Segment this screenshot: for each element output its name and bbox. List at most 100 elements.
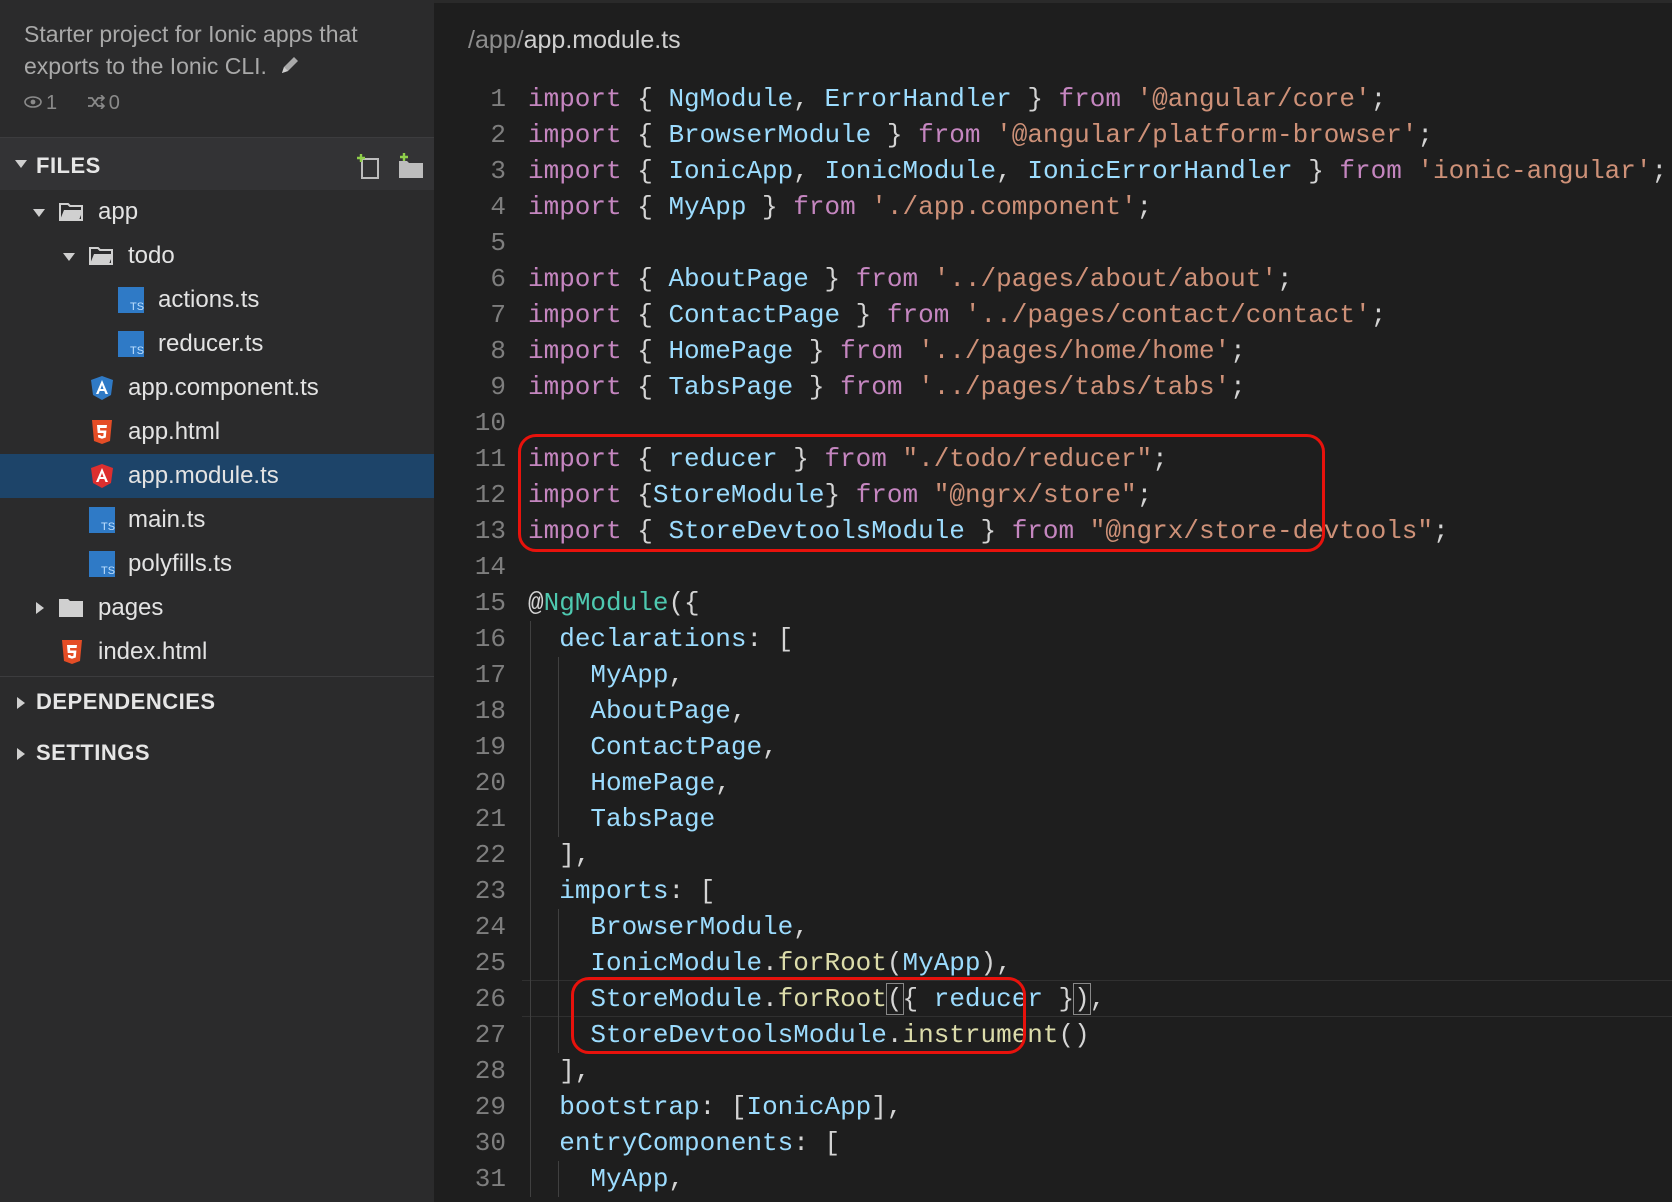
html5-file-icon xyxy=(62,640,82,664)
indent-guide xyxy=(558,909,559,1053)
new-folder-icon[interactable] xyxy=(396,152,426,180)
chevron-right-icon xyxy=(17,748,25,760)
tree-item-app-module-ts[interactable]: app.module.ts xyxy=(0,454,434,498)
tree-item-label: index.html xyxy=(98,638,208,665)
line-number: 14 xyxy=(474,552,506,582)
code-text: bootstrap: [IonicApp], xyxy=(559,1092,903,1122)
svg-text:TS: TS xyxy=(101,565,115,577)
chevron-right-icon xyxy=(17,697,25,709)
line-number: 24 xyxy=(474,912,506,942)
code-line: 29 bootstrap: [IonicApp], xyxy=(434,1089,1672,1125)
tree-item-label: app.component.ts xyxy=(128,374,319,401)
code-line: 20 HomePage, xyxy=(434,765,1672,801)
svg-text:TS: TS xyxy=(130,301,144,313)
line-number: 4 xyxy=(490,192,506,222)
line-number: 18 xyxy=(474,696,506,726)
chevron-down-icon[interactable] xyxy=(33,209,45,217)
folder-open-icon xyxy=(89,247,113,265)
chevron-down-icon[interactable] xyxy=(63,253,75,261)
line-number: 17 xyxy=(474,660,506,690)
tree-item-app[interactable]: app xyxy=(0,190,434,234)
code-line: 9 import { TabsPage } from '../pages/tab… xyxy=(434,369,1672,405)
code-line: 28 ], xyxy=(434,1053,1672,1089)
code-line: 25 IonicModule.forRoot(MyApp), xyxy=(434,945,1672,981)
line-number: 23 xyxy=(474,876,506,906)
line-number: 28 xyxy=(474,1056,506,1086)
code-text: imports: [ xyxy=(559,876,716,906)
chevron-down-icon xyxy=(15,160,27,168)
line-number: 16 xyxy=(474,624,506,654)
line-number: 3 xyxy=(490,156,506,186)
tree-item-label: polyfills.ts xyxy=(128,550,233,577)
tree-item-polyfills-ts[interactable]: TS polyfills.ts xyxy=(0,542,434,586)
code-line: 10 xyxy=(434,405,1672,441)
code-line: 27 StoreDevtoolsModule.instrument() xyxy=(434,1017,1672,1053)
tree-item-label: reducer.ts xyxy=(158,330,264,357)
code-line: 2 import { BrowserModule } from '@angula… xyxy=(434,117,1672,153)
code-text: MyApp, xyxy=(590,660,685,690)
chevron-right-icon[interactable] xyxy=(36,602,44,614)
tree-item-pages[interactable]: pages xyxy=(0,586,434,630)
angular-file-icon xyxy=(91,464,113,488)
tree-item-label: app.html xyxy=(128,418,221,445)
line-number: 19 xyxy=(474,732,506,762)
code-text: import { StoreDevtoolsModule } from "@ng… xyxy=(528,516,1449,546)
code-text: import { MyApp } from './app.component'; xyxy=(528,192,1153,222)
code-text: import { AboutPage } from '../pages/abou… xyxy=(528,264,1293,294)
svg-text:TS: TS xyxy=(101,521,115,533)
tree-item-main-ts[interactable]: TS main.ts xyxy=(0,498,434,542)
code-text: ], xyxy=(528,840,591,870)
line-number: 20 xyxy=(474,768,506,798)
code-line: 1 import { NgModule, ErrorHandler } from… xyxy=(434,81,1672,117)
code-text: import { NgModule, ErrorHandler } from '… xyxy=(528,84,1387,114)
settings-section-header[interactable]: SETTINGS xyxy=(0,728,434,778)
line-number: 21 xyxy=(474,804,506,834)
code-text: ContactPage, xyxy=(590,732,778,762)
code-line: 12 import {StoreModule} from "@ngrx/stor… xyxy=(434,477,1672,513)
code-text: IonicModule.forRoot(MyApp), xyxy=(590,948,1012,978)
code-line: 18 AboutPage, xyxy=(434,693,1672,729)
code-text: entryComponents: [ xyxy=(559,1128,841,1158)
dependencies-section-header[interactable]: DEPENDENCIES xyxy=(0,676,434,726)
files-section-header[interactable]: FILES xyxy=(0,137,434,190)
code-line: 5 xyxy=(434,225,1672,261)
line-number: 31 xyxy=(474,1164,506,1194)
tree-item-label: pages xyxy=(98,594,164,621)
new-file-icon[interactable] xyxy=(354,152,384,180)
code-text: AboutPage, xyxy=(590,696,747,726)
code-line: 6 import { AboutPage } from '../pages/ab… xyxy=(434,261,1672,297)
views-count: 1 xyxy=(46,92,58,114)
tree-item-reducer-ts[interactable]: TS reducer.ts xyxy=(0,322,434,366)
tree-item-todo[interactable]: todo xyxy=(0,234,434,278)
code-line: 7 import { ContactPage } from '../pages/… xyxy=(434,297,1672,333)
line-number: 2 xyxy=(490,120,506,150)
code-text: StoreModule.forRoot({ reducer }), xyxy=(590,983,1106,1015)
tree-item-actions-ts[interactable]: TS actions.ts xyxy=(0,278,434,322)
typescript-file-icon: TS xyxy=(89,507,115,533)
line-number: 13 xyxy=(474,516,506,546)
typescript-file-icon: TS xyxy=(118,331,144,357)
tree-item-label: app xyxy=(98,198,139,225)
code-line: 21 TabsPage xyxy=(434,801,1672,837)
folder-icon xyxy=(59,599,83,617)
code-line: 3 import { IonicApp, IonicModule, IonicE… xyxy=(434,153,1672,189)
code-line: 14 xyxy=(434,549,1672,585)
settings-section-title: SETTINGS xyxy=(36,740,151,765)
code-line: 4 import { MyApp } from './app.component… xyxy=(434,189,1672,225)
line-number: 22 xyxy=(474,840,506,870)
tree-item-label: actions.ts xyxy=(158,286,260,313)
line-number: 8 xyxy=(490,336,506,366)
pencil-icon[interactable] xyxy=(279,54,301,76)
line-number: 6 xyxy=(490,264,506,294)
tree-item-app-component-ts[interactable]: app.component.ts xyxy=(0,366,434,410)
sidebar: Starter project for Ionic apps that expo… xyxy=(0,0,434,1202)
tree-item-app-html[interactable]: app.html xyxy=(0,410,434,454)
forks-count: 0 xyxy=(108,92,120,114)
code-editor[interactable]: /app/app.module.ts 1 import { NgModule, … xyxy=(434,0,1672,1202)
code-text: TabsPage xyxy=(590,804,716,834)
line-number: 11 xyxy=(474,444,506,474)
tree-item-index-html[interactable]: index.html xyxy=(0,630,434,674)
indent-guide xyxy=(530,621,531,1197)
line-number: 25 xyxy=(474,948,506,978)
code-text: import { reducer } from "./todo/reducer"… xyxy=(528,444,1168,474)
